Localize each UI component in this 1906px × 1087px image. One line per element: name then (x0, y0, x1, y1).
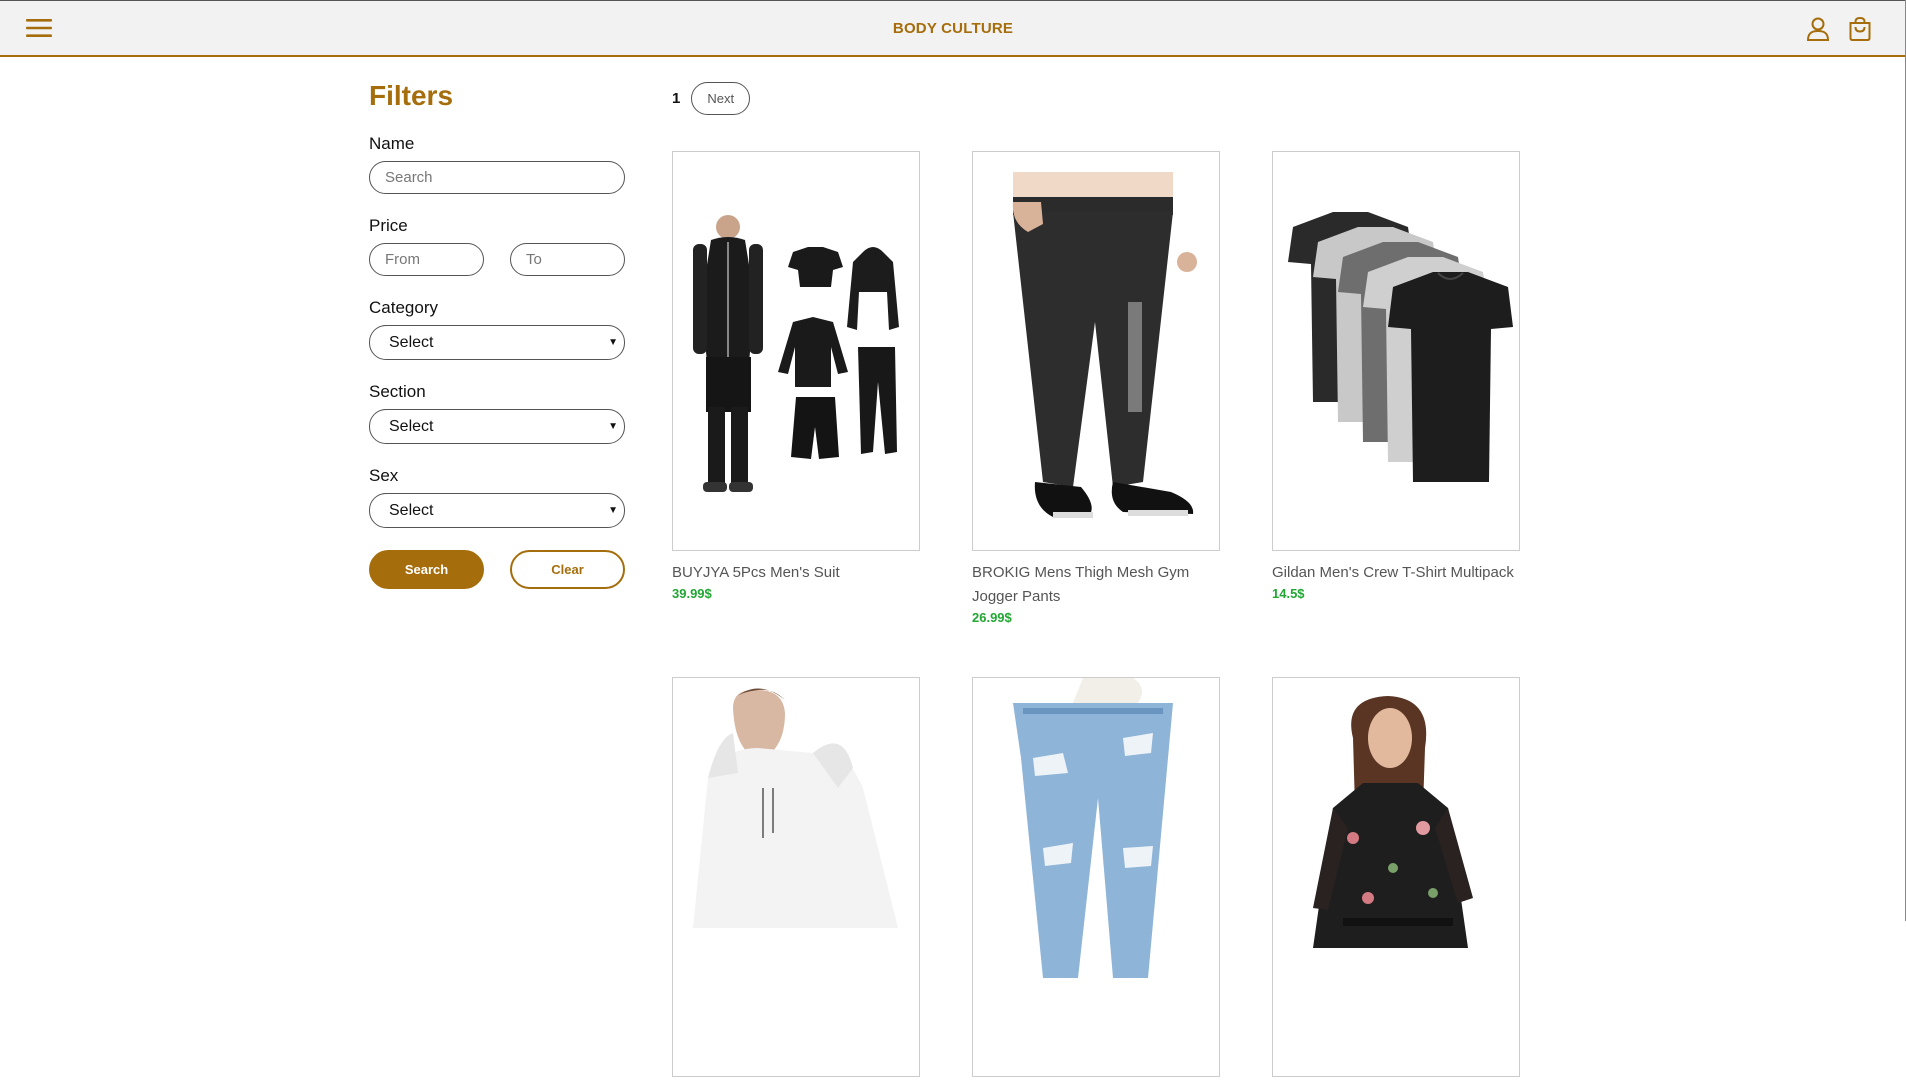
section-selected-value: Select (389, 418, 434, 435)
price-from-input[interactable] (369, 243, 484, 276)
product-image[interactable] (972, 151, 1220, 551)
product-card[interactable] (672, 677, 920, 1087)
dropdown-arrow-icon: ▼ (608, 337, 618, 348)
sex-filter: Sex Select ▼ (369, 466, 629, 528)
filter-actions: Search Clear (369, 550, 625, 589)
product-image[interactable] (1272, 677, 1520, 1077)
product-card[interactable]: BUYJYA 5Pcs Men's Suit 39.99$ (672, 151, 920, 601)
product-image[interactable] (972, 677, 1220, 1077)
product-image[interactable] (1272, 151, 1520, 551)
top-navbar: BODY CULTURE (0, 0, 1906, 57)
category-filter: Category Select ▼ (369, 298, 629, 360)
brand-logo[interactable]: BODY CULTURE (0, 20, 1906, 37)
clear-button[interactable]: Clear (510, 550, 625, 589)
product-name[interactable]: Gildan Men's Crew T-Shirt Multipack (1272, 561, 1520, 585)
dropdown-arrow-icon: ▼ (608, 505, 618, 516)
name-filter: Name (369, 134, 629, 194)
product-card[interactable] (972, 677, 1220, 1087)
shopping-bag-icon[interactable] (1848, 16, 1872, 42)
sex-label: Sex (369, 466, 399, 485)
product-card[interactable]: Gildan Men's Crew T-Shirt Multipack 14.5… (1272, 151, 1520, 601)
section-filter: Section Select ▼ (369, 382, 629, 444)
product-card[interactable] (1272, 677, 1520, 1087)
search-button[interactable]: Search (369, 550, 484, 589)
pagination: 1 Next (672, 82, 751, 115)
product-image[interactable] (672, 677, 920, 1077)
user-icon[interactable] (1806, 16, 1830, 42)
price-label: Price (369, 216, 408, 235)
name-label: Name (369, 134, 415, 153)
product-card[interactable]: BROKIG Mens Thigh Mesh Gym Jogger Pants … (972, 151, 1220, 625)
product-price: 39.99$ (672, 586, 712, 601)
price-to-input[interactable] (510, 243, 625, 276)
product-price: 14.5$ (1272, 586, 1305, 601)
filters-title: Filters (369, 80, 454, 111)
dropdown-arrow-icon: ▼ (608, 421, 618, 432)
category-label: Category (369, 298, 438, 317)
section-label: Section (369, 382, 426, 401)
product-name[interactable]: BUYJYA 5Pcs Men's Suit (672, 561, 920, 585)
product-image[interactable] (672, 151, 920, 551)
name-search-input[interactable] (369, 161, 625, 194)
category-select[interactable]: Select ▼ (369, 325, 625, 360)
price-filter: Price (369, 216, 629, 276)
filters-panel: Filters Name Price Category Select ▼ Sec… (369, 80, 629, 589)
product-name[interactable]: BROKIG Mens Thigh Mesh Gym Jogger Pants (972, 561, 1220, 609)
page-number-current[interactable]: 1 (672, 90, 680, 107)
sex-select[interactable]: Select ▼ (369, 493, 625, 528)
section-select[interactable]: Select ▼ (369, 409, 625, 444)
sex-selected-value: Select (389, 502, 434, 519)
category-selected-value: Select (389, 334, 434, 351)
product-price: 26.99$ (972, 610, 1012, 625)
next-page-button[interactable]: Next (691, 82, 751, 115)
